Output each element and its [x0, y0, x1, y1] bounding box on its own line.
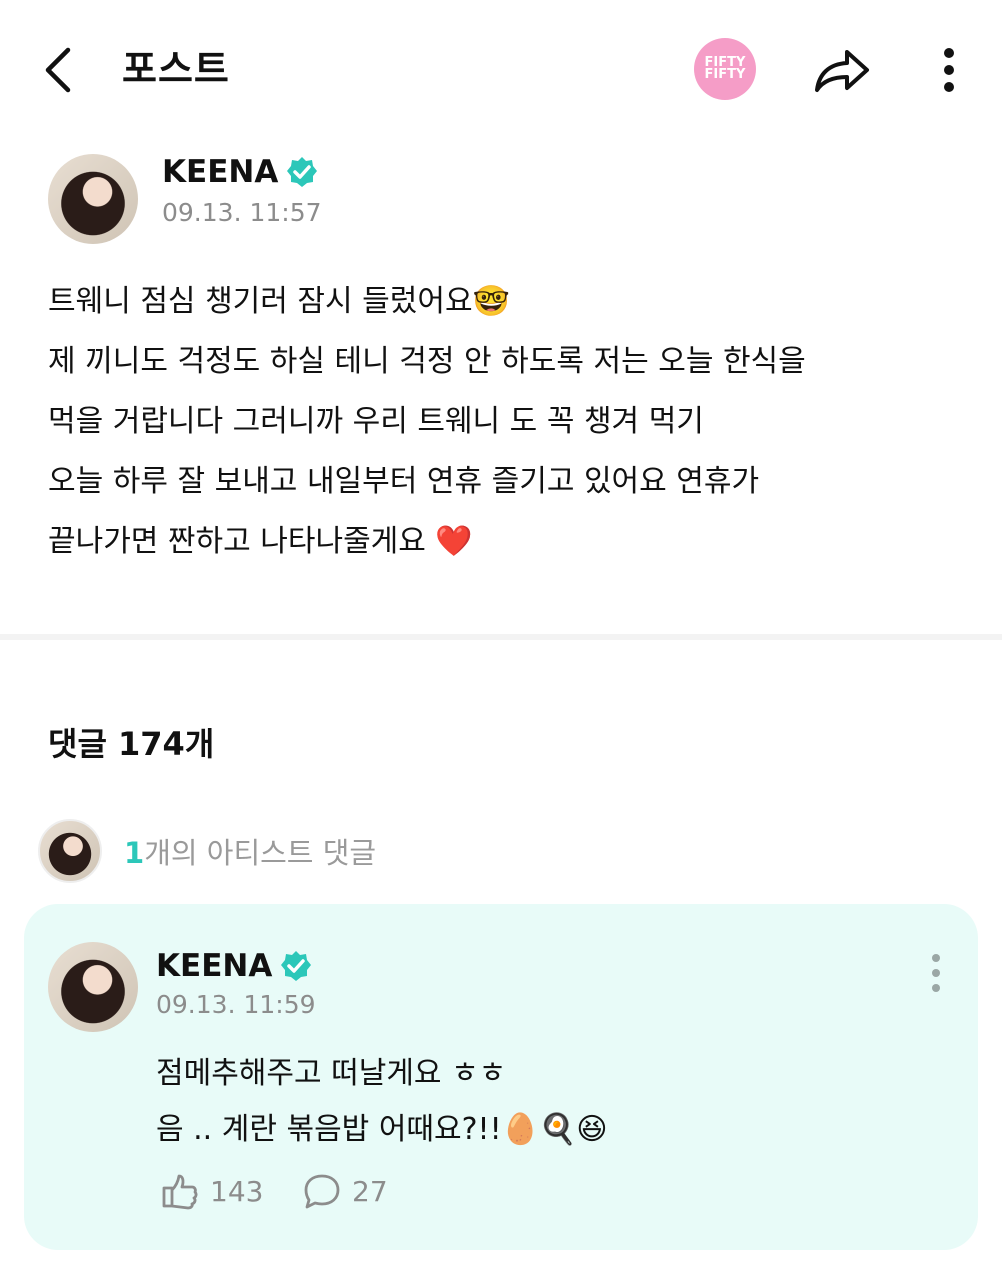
artist-avatar — [38, 819, 102, 883]
comment-author-avatar[interactable] — [48, 942, 138, 1032]
comment-timestamp: 09.13. 11:59 — [156, 990, 316, 1019]
post-line: 먹을 거랍니다 그러니까 우리 트웨니 도 꼭 챙겨 먹기 — [48, 404, 704, 439]
share-icon — [815, 50, 869, 92]
artist-comment-count: 1 — [124, 836, 145, 870]
more-vertical-icon — [944, 48, 954, 92]
section-divider — [0, 634, 1002, 640]
comment-line: 음 .. 계란 볶음밥 어때요?!!🥚🍳😆 — [156, 1112, 608, 1147]
author-avatar[interactable] — [48, 154, 138, 244]
verified-badge-icon — [287, 157, 318, 187]
artist-comments-label: 1개의 아티스트 댓글 — [124, 830, 376, 872]
page-title: 포스트 — [122, 47, 230, 91]
more-options-button[interactable] — [928, 40, 970, 100]
post-line: 끝나가면 짠하고 나타나줄게요 ❤️ — [48, 524, 473, 559]
artist-comment-text: 개의 아티스트 댓글 — [144, 836, 377, 870]
more-vertical-icon — [932, 954, 940, 992]
comment-bubble-icon — [304, 1174, 340, 1209]
comment-author-row[interactable]: KEENA — [156, 944, 312, 988]
comment-body: 점메추해주고 떠날게요 ㅎㅎ 음 .. 계란 볶음밥 어때요?!!🥚🍳😆 — [156, 1046, 608, 1158]
comment-author-name: KEENA — [156, 948, 273, 984]
like-hand-icon — [162, 1174, 198, 1210]
group-logo-button[interactable]: FIFTY FIFTY — [694, 38, 756, 100]
reply-count: 27 — [352, 1174, 388, 1208]
share-button[interactable] — [810, 40, 874, 100]
back-button[interactable] — [30, 40, 86, 100]
comments-count-title: 댓글 174개 — [48, 725, 215, 763]
reply-button[interactable]: 27 — [302, 1170, 388, 1212]
like-count: 143 — [210, 1174, 264, 1208]
artist-comments-filter[interactable]: 1개의 아티스트 댓글 — [38, 819, 376, 883]
comment-more-button[interactable] — [918, 948, 954, 998]
verified-badge-icon — [281, 951, 312, 981]
author-name-row[interactable]: KEENA — [162, 150, 318, 194]
post-line: 제 끼니도 걱정도 하실 테니 걱정 안 하도록 저는 오늘 한식을 — [48, 344, 806, 379]
comment-line: 점메추해주고 떠날게요 ㅎㅎ — [156, 1056, 507, 1091]
post-line: 트웨니 점심 챙기러 잠시 들렀어요🤓 — [48, 284, 510, 319]
like-button[interactable]: 143 — [158, 1170, 263, 1212]
author-name: KEENA — [162, 154, 279, 190]
chevron-left-icon — [45, 47, 71, 93]
post-timestamp: 09.13. 11:57 — [162, 198, 322, 227]
post-line: 오늘 하루 잘 보내고 내일부터 연휴 즐기고 있어요 연휴가 — [48, 464, 760, 499]
post-body: 트웨니 점심 챙기러 잠시 들렀어요🤓 제 끼니도 걱정도 하실 테니 걱정 안… — [48, 272, 928, 572]
